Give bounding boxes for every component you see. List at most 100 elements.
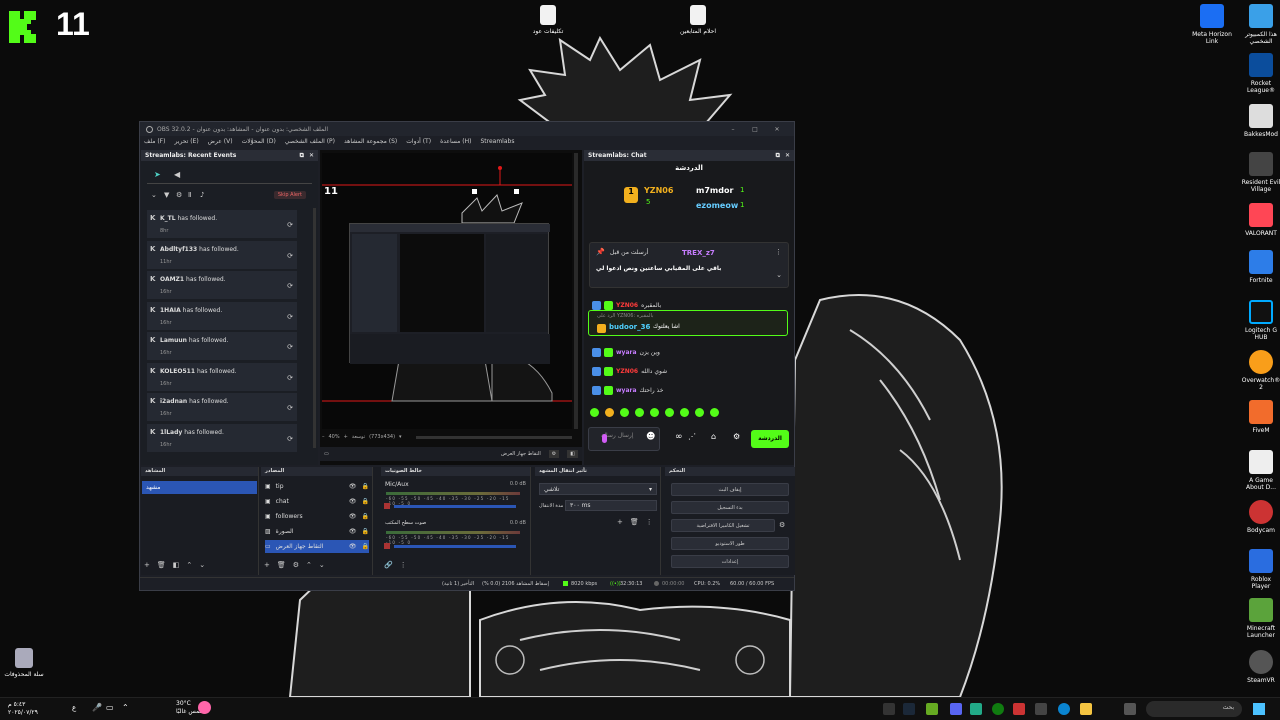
highlighted-chat-message[interactable]: الرد على YZN06: بالمقبره budoor_36 اشا يعل… (588, 310, 788, 336)
chat-user[interactable]: wyara (616, 387, 637, 394)
lock-icon[interactable]: 🔒 (362, 528, 369, 535)
events-scrollbar[interactable] (313, 208, 316, 448)
alerts-tab-icon[interactable]: ◀ (174, 170, 180, 179)
visibility-icon[interactable]: 👁 (349, 528, 357, 535)
menu-docks[interactable]: المحوَّلات (D) (242, 138, 276, 145)
desktop-icon-steamvr[interactable]: SteamVR (1241, 650, 1280, 684)
edge-taskbar-icon[interactable] (1058, 703, 1070, 715)
desktop-file-1[interactable]: تكليفات عود (513, 5, 583, 35)
preview-canvas[interactable]: 11 (322, 153, 572, 429)
mic-icon[interactable] (602, 434, 607, 443)
desktop-icon-this-pc[interactable]: هذا الكمبيوتر الشخصي (1240, 4, 1280, 45)
zoom-level[interactable]: 40% (329, 434, 340, 440)
chat-user[interactable]: budoor_36 (609, 323, 650, 331)
share-icon[interactable]: ⋰ (688, 432, 696, 441)
close-button[interactable]: ✕ (766, 126, 788, 133)
fit-mode[interactable]: توسعة (352, 434, 365, 440)
emote-icon[interactable] (695, 408, 704, 417)
source-item[interactable]: ▭ التقاط جهاز العرض 👁 🔒 (265, 540, 369, 553)
chat-user[interactable]: YZN06 (616, 302, 638, 309)
link-icon[interactable]: 🔗 (384, 561, 393, 569)
menu-profile[interactable]: الملف الشخصي (P) (285, 138, 335, 145)
virtual-camera-settings-icon[interactable]: ⚙ (779, 521, 785, 529)
menu-scene-collection[interactable]: مجموعة المشاهد (S) (344, 138, 397, 145)
source-properties-icon[interactable]: ⚙ (548, 450, 560, 458)
app-taskbar-icon[interactable] (926, 703, 938, 715)
menu-view[interactable]: عرض (V) (208, 138, 233, 145)
event-item[interactable]: K OAMZ1 has followed. 16hr ⟳ (147, 271, 297, 299)
emote-icon[interactable] (650, 408, 659, 417)
replay-icon[interactable]: ⟳ (287, 435, 293, 443)
xbox-taskbar-icon[interactable] (992, 703, 1004, 715)
event-item[interactable]: K Lamuun has followed. 16hr ⟳ (147, 332, 297, 360)
desktop-icon-bakkesmod[interactable]: BakkesMod (1241, 104, 1280, 138)
event-item[interactable]: Ki2adnan has followed. 16hr ⟳ (147, 393, 297, 421)
dock-close-icon[interactable]: ✕ (309, 152, 314, 159)
dock-close-icon[interactable]: ✕ (785, 152, 790, 159)
menu-icon[interactable]: ⋮ (646, 518, 653, 526)
volume-icon[interactable]: 🎤 (92, 703, 102, 712)
chevron-down-icon[interactable]: ⌄ (776, 271, 782, 279)
move-up-icon[interactable]: ⌃ (306, 561, 312, 569)
emote-icon[interactable] (665, 408, 674, 417)
emote-icon[interactable] (680, 408, 689, 417)
chat-message[interactable]: wyara وين يزن (592, 345, 782, 360)
pin-menu-icon[interactable]: ⋮ (775, 248, 782, 256)
source-item[interactable]: ▣ followers 👁 🔒 (265, 510, 369, 523)
start-icon[interactable] (1253, 703, 1265, 715)
settings-button[interactable]: إعدادات (671, 555, 789, 568)
visibility-icon[interactable]: 👁 (349, 543, 357, 550)
lock-icon[interactable]: 🔒 (362, 483, 369, 490)
virtual-camera-button[interactable]: تشغيل الكاميرا الافتراضية (671, 519, 775, 532)
filter-icon[interactable]: ◧ (173, 561, 180, 569)
replay-icon[interactable]: ⟳ (287, 252, 293, 260)
trash-icon[interactable]: 🗑 (630, 518, 639, 526)
add-icon[interactable]: + (617, 518, 623, 526)
replay-icon[interactable]: ⟳ (287, 374, 293, 382)
start-recording-button[interactable]: بدء التسجيل (671, 501, 789, 514)
menu-streamlabs[interactable]: Streamlabs (480, 138, 514, 145)
desktop-icon-game-about[interactable]: A Game About D... (1241, 450, 1280, 491)
desktop-icon-rocket-league[interactable]: Rocket League® (1241, 53, 1280, 94)
zoom-in-icon[interactable]: + (344, 434, 348, 440)
zoom-dropdown-icon[interactable]: ▾ (399, 434, 402, 440)
lock-icon[interactable]: 🔒 (362, 513, 369, 520)
minimize-button[interactable]: – (722, 126, 744, 133)
visibility-icon[interactable]: 👁 (349, 513, 357, 520)
maximize-button[interactable]: □ (744, 126, 766, 133)
add-icon[interactable]: + (144, 561, 150, 569)
replay-icon[interactable]: ⟳ (287, 313, 293, 321)
pinned-message[interactable]: 📌 أرسلت من قبل TREX_z7 باقي على المقيابي… (589, 242, 789, 288)
explorer-taskbar-icon[interactable] (1080, 703, 1092, 715)
dock-float-icon[interactable]: ⧉ (300, 152, 304, 160)
menu-file[interactable]: ملف (F) (144, 138, 165, 145)
dock-float-icon[interactable]: ⧉ (776, 152, 780, 160)
event-item[interactable]: K K_TL has followed. 8hr ⟳ (147, 210, 297, 238)
move-down-icon[interactable]: ⌄ (319, 561, 325, 569)
menu-icon[interactable]: ⋮ (400, 561, 407, 569)
chat-message[interactable]: YZN06 شوي دالله (592, 364, 782, 379)
desktop-icon-fortnite[interactable]: Fortnite (1241, 250, 1280, 284)
chat-message[interactable]: wyara خذ راحتك (592, 383, 782, 398)
mute-icon[interactable] (384, 503, 390, 509)
event-item[interactable]: K KOLEO511 has followed. 16hr ⟳ (147, 362, 297, 391)
settings-icon[interactable]: ⚙ (293, 561, 299, 569)
monitor-icon[interactable]: ▭ (324, 451, 329, 457)
replay-icon[interactable]: ⟳ (287, 282, 293, 290)
event-item[interactable]: K 1HAIA has followed. 16hr ⟳ (147, 301, 297, 330)
emote-icon[interactable] (710, 408, 719, 417)
desktop-icon-fivem[interactable]: FiveM (1241, 400, 1280, 434)
app-taskbar-icon[interactable] (1013, 703, 1025, 715)
duration-input[interactable]: ٣٠٠ ms (565, 500, 657, 511)
scene-item[interactable]: مشهد (142, 481, 257, 494)
desktop-icon-overwatch[interactable]: Overwatch® 2 (1241, 350, 1280, 391)
desktop-icon-recycle-bin[interactable]: سلة المحذوفات (4, 648, 44, 678)
volume-slider[interactable] (394, 545, 516, 548)
desktop-icon-resident-evil[interactable]: Resident Evil Village (1241, 152, 1280, 193)
zoom-out-icon[interactable]: – (322, 434, 325, 440)
source-filters-icon[interactable]: ◧ (567, 450, 578, 458)
move-up-icon[interactable]: ⌃ (186, 561, 192, 569)
emote-icon[interactable] (590, 408, 599, 417)
lock-icon[interactable]: 🔒 (362, 498, 369, 505)
clock[interactable]: ٥:٤٣ م ٢٠٢٥/٠٧/٢٩ (8, 701, 38, 717)
